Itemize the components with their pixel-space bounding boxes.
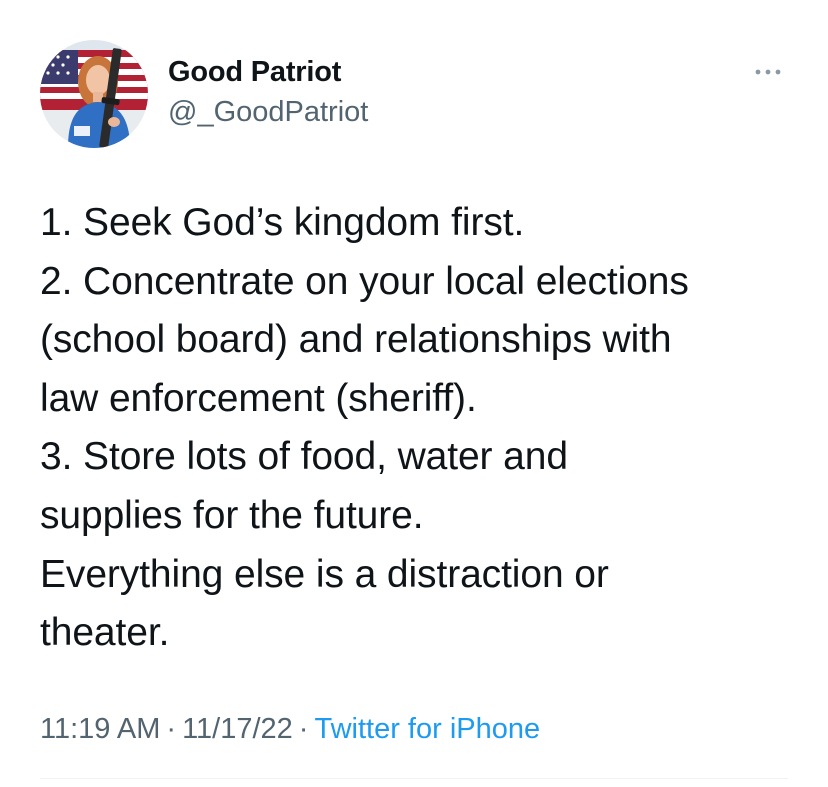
tweet-line: 2. Concentrate on your local elections [40, 259, 689, 303]
more-horizontal-icon[interactable] [750, 62, 786, 82]
divider [40, 778, 788, 779]
tweet-source-link[interactable]: Twitter for iPhone [314, 713, 540, 745]
avatar[interactable] [40, 40, 148, 148]
tweet-line: law enforcement (sheriff). [40, 376, 477, 420]
tweet-date[interactable]: 11/17/22 [182, 713, 293, 745]
tweet-line: 3. Store lots of food, water and [40, 435, 568, 479]
tweet-line: (school board) and relationships with [40, 318, 672, 362]
tweet: Good Patriot @_GoodPatriot 1. Seek God’s… [0, 0, 828, 787]
tweet-line: 1. Seek God’s kingdom first. [40, 201, 525, 244]
tweet-text: 1. Seek God’s kingdom first. 2. Concentr… [40, 194, 800, 663]
tweet-meta: 11:19 AM · 11/17/22 · Twitter for iPhone [40, 713, 540, 746]
author-name[interactable]: Good Patriot [168, 56, 341, 89]
tweet-line: Everything else is a distraction or [40, 552, 609, 596]
tweet-line: supplies for the future. [40, 493, 424, 537]
meta-separator: · [166, 713, 177, 745]
tweet-line: theater. [40, 611, 170, 655]
tweet-time[interactable]: 11:19 AM [40, 713, 160, 745]
author-handle[interactable]: @_GoodPatriot [168, 96, 368, 129]
avatar-image [40, 40, 148, 148]
meta-separator: · [298, 713, 309, 745]
